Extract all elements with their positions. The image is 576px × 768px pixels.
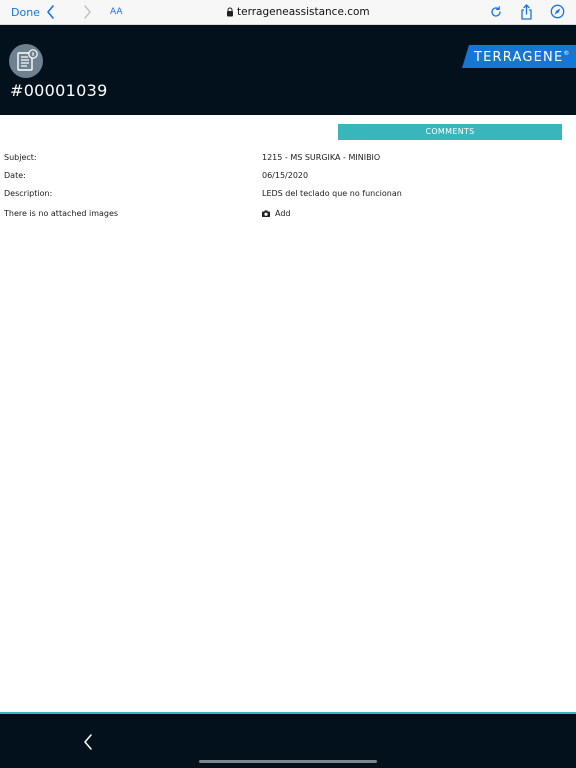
date-value: 06/15/2020	[262, 171, 309, 180]
chevron-right-icon[interactable]	[80, 3, 94, 21]
document-info-icon	[9, 44, 43, 78]
chevron-left-icon[interactable]	[82, 733, 94, 751]
subject-label: Subject:	[4, 153, 37, 162]
reader-text-size-button[interactable]: AA	[110, 7, 123, 17]
ticket-number: #00001039	[10, 81, 108, 100]
chevron-left-icon[interactable]	[44, 3, 58, 21]
camera-icon[interactable]	[262, 210, 270, 217]
add-image-button[interactable]: Add	[275, 209, 291, 218]
description-label: Description:	[4, 189, 53, 198]
comments-button[interactable]: COMMENTS	[338, 124, 562, 140]
brand-logo: TERRAGENE®	[462, 45, 576, 68]
address-bar-url[interactable]: terrageneassistance.com	[237, 6, 370, 18]
attached-images-label: There is no attached images	[4, 209, 119, 218]
subject-value: 1215 - MS SURGIKA - MINIBIO	[262, 153, 381, 162]
home-indicator	[199, 760, 377, 763]
description-value: LEDS del teclado que no funcionan	[262, 189, 402, 198]
done-button[interactable]: Done	[11, 6, 40, 19]
compass-icon[interactable]	[550, 4, 565, 19]
share-icon[interactable]	[519, 3, 534, 21]
site-header: #00001039 TERRAGENE®	[0, 25, 576, 115]
lock-icon	[227, 7, 233, 17]
reload-icon[interactable]	[489, 5, 503, 19]
brand-name-text: TERRAGENE	[474, 50, 564, 65]
brand-name: TERRAGENE®	[474, 50, 571, 65]
brand-registered-mark: ®	[563, 50, 571, 57]
date-label: Date:	[4, 171, 26, 180]
browser-toolbar: Done AA terrageneassistance.com	[0, 0, 576, 25]
